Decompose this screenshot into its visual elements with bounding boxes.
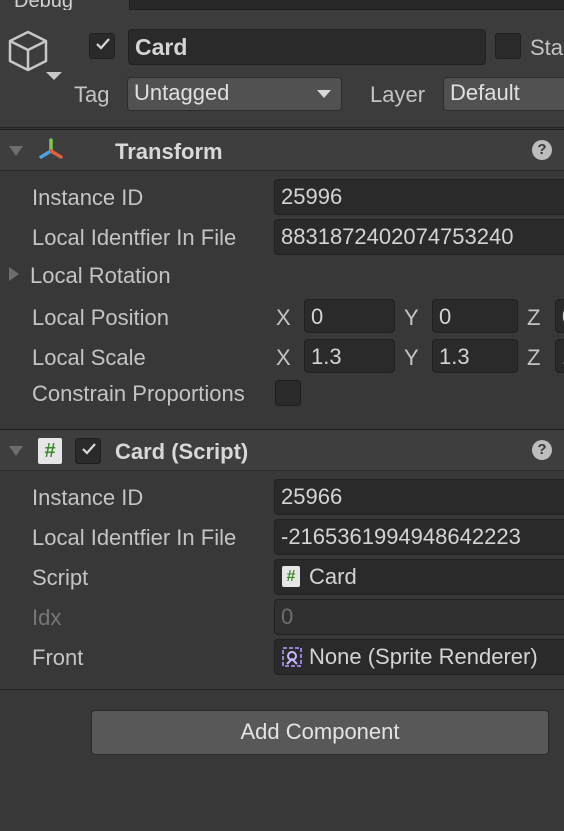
local-scale-label: Local Scale bbox=[32, 345, 146, 370]
front-label: Front bbox=[32, 645, 84, 670]
instance-id-field[interactable]: 25996 bbox=[274, 179, 564, 215]
scale-z-label[interactable]: Z bbox=[527, 345, 540, 371]
help-icon[interactable]: ? bbox=[532, 140, 552, 160]
position-x-label[interactable]: X bbox=[276, 305, 291, 331]
script-instance-id-label: Instance ID bbox=[32, 485, 144, 510]
script-label: Script bbox=[32, 565, 89, 590]
script-local-identifier-label: Local Identfier In File bbox=[32, 525, 237, 550]
position-y-field[interactable]: 0 bbox=[432, 299, 518, 333]
local-identifier-label: Local Identfier In File bbox=[32, 225, 237, 250]
local-identifier-field[interactable]: 8831872402074753240 bbox=[274, 219, 564, 255]
tag-label: Tag bbox=[74, 82, 110, 107]
active-checkbox[interactable] bbox=[89, 33, 115, 59]
constrain-proportions-checkbox[interactable] bbox=[275, 380, 301, 406]
script-icon: # bbox=[38, 438, 62, 464]
transform-title: Transform bbox=[115, 139, 223, 164]
chevron-down-icon bbox=[317, 90, 331, 98]
scale-y-field[interactable]: 1.3 bbox=[432, 339, 518, 373]
layer-label: Layer bbox=[370, 82, 426, 107]
scale-z-field[interactable]: 1.3 bbox=[555, 339, 564, 373]
help-icon[interactable]: ? bbox=[532, 440, 552, 460]
checkmark-icon bbox=[96, 38, 110, 50]
front-object-field[interactable]: None (Sprite Renderer) bbox=[274, 639, 564, 675]
checkmark-icon bbox=[82, 443, 96, 455]
position-x-field[interactable]: 0 bbox=[304, 299, 395, 333]
transform-icon bbox=[39, 138, 63, 159]
tag-dropdown[interactable]: Untagged bbox=[127, 77, 342, 111]
cube-icon[interactable] bbox=[8, 30, 66, 84]
local-rotation-label[interactable]: Local Rotation bbox=[30, 263, 171, 289]
script-local-identifier-field[interactable]: -2165361994948642223 bbox=[274, 519, 564, 555]
position-z-field[interactable]: 0 bbox=[555, 299, 564, 333]
section-divider bbox=[0, 689, 564, 690]
layer-dropdown-value: Default bbox=[450, 80, 520, 105]
foldout-arrow-icon[interactable] bbox=[8, 266, 20, 282]
card-script-title: Card (Script) bbox=[115, 439, 249, 464]
position-z-label[interactable]: Z bbox=[527, 305, 540, 331]
tag-dropdown-value: Untagged bbox=[134, 80, 230, 105]
foldout-arrow-icon[interactable] bbox=[8, 445, 24, 457]
script-object-field[interactable]: Card bbox=[274, 559, 564, 595]
transform-header[interactable] bbox=[0, 129, 564, 171]
local-position-label: Local Position bbox=[32, 305, 169, 330]
static-checkbox[interactable] bbox=[495, 33, 521, 59]
script-instance-id-field[interactable]: 25966 bbox=[274, 479, 564, 515]
constrain-proportions-label: Constrain Proportions bbox=[32, 381, 245, 406]
instance-id-label: Instance ID bbox=[32, 185, 144, 210]
script-enabled-checkbox[interactable] bbox=[75, 438, 101, 464]
scale-x-field[interactable]: 1.3 bbox=[304, 339, 395, 373]
gameobject-name-field[interactable]: Card bbox=[128, 29, 486, 65]
script-file-icon: # bbox=[282, 566, 300, 587]
foldout-arrow-icon[interactable] bbox=[8, 145, 24, 157]
sprite-renderer-icon bbox=[282, 647, 302, 667]
position-y-label[interactable]: Y bbox=[404, 305, 419, 331]
add-component-button[interactable]: Add Component bbox=[91, 710, 549, 755]
layer-dropdown[interactable]: Default bbox=[443, 77, 564, 111]
scale-x-label[interactable]: X bbox=[276, 345, 291, 371]
scale-y-label[interactable]: Y bbox=[404, 345, 419, 371]
idx-field: 0 bbox=[274, 599, 564, 635]
static-label: Sta bbox=[530, 35, 564, 60]
idx-label: Idx bbox=[32, 605, 62, 630]
